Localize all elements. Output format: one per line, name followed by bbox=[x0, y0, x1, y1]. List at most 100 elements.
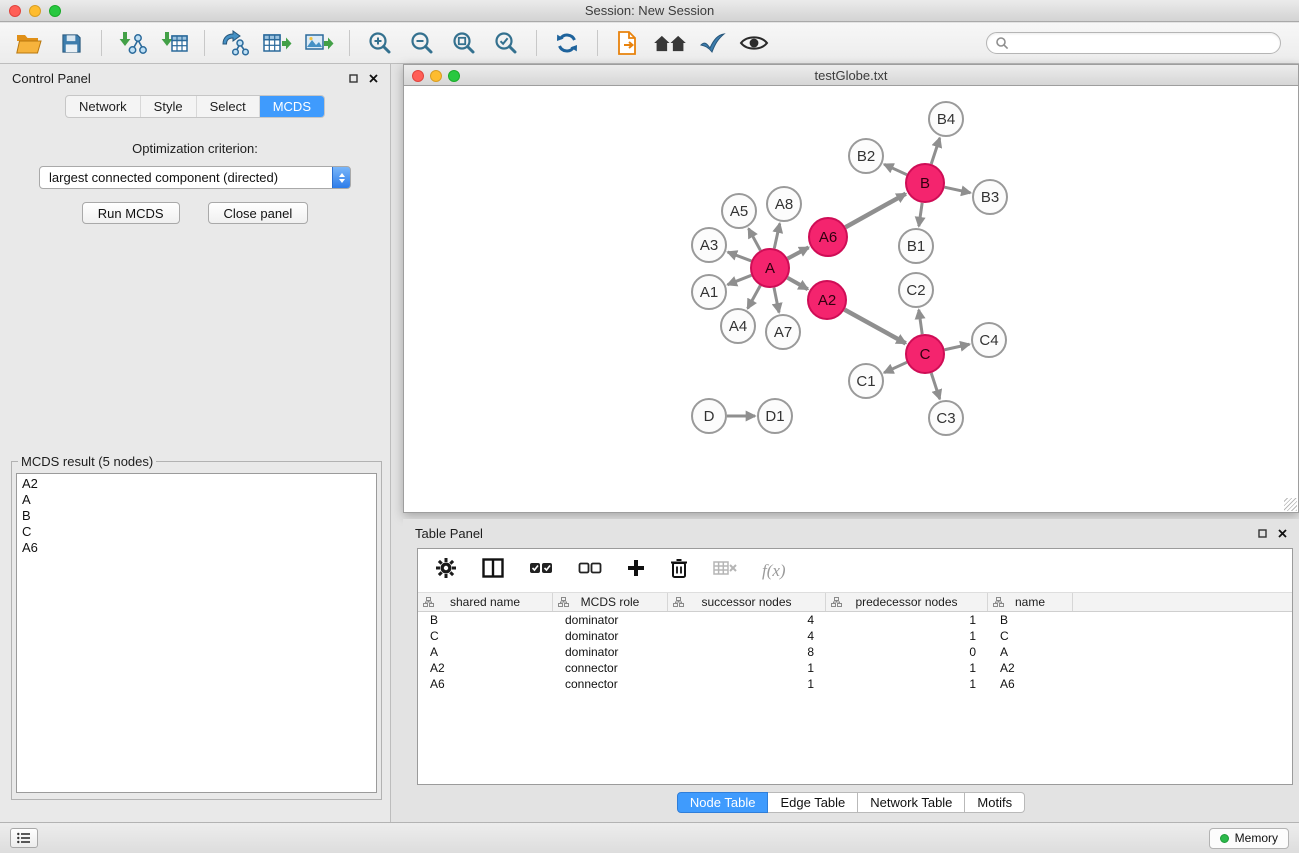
column-header-shared-name[interactable]: shared name bbox=[418, 593, 553, 611]
export-table-button[interactable] bbox=[258, 26, 296, 60]
tab-mcds[interactable]: MCDS bbox=[259, 96, 324, 117]
network-edge[interactable] bbox=[919, 203, 922, 226]
mcds-result-item[interactable]: A bbox=[22, 492, 371, 508]
network-edge[interactable] bbox=[728, 252, 752, 261]
network-edge[interactable] bbox=[774, 224, 779, 249]
home-button[interactable] bbox=[651, 26, 689, 60]
float-panel-icon[interactable] bbox=[1258, 529, 1267, 538]
open-file-button[interactable] bbox=[10, 26, 48, 60]
minimize-window-button[interactable] bbox=[29, 5, 41, 17]
memory-button[interactable]: Memory bbox=[1209, 828, 1289, 849]
zoom-selected-button[interactable] bbox=[487, 26, 525, 60]
network-node-B3[interactable]: B3 bbox=[973, 180, 1007, 214]
mcds-result-item[interactable]: A2 bbox=[22, 476, 371, 492]
apply-layout-button[interactable] bbox=[548, 26, 586, 60]
zoom-in-button[interactable] bbox=[361, 26, 399, 60]
table-row[interactable]: Adominator80A bbox=[418, 644, 1292, 660]
zoom-window-button[interactable] bbox=[49, 5, 61, 17]
mcds-result-item[interactable]: C bbox=[22, 524, 371, 540]
optimization-criterion-select[interactable]: largest connected component (directed) bbox=[39, 166, 351, 189]
tab-network[interactable]: Network bbox=[66, 96, 140, 117]
network-node-B2[interactable]: B2 bbox=[849, 139, 883, 173]
table-settings-button[interactable] bbox=[435, 557, 457, 584]
import-network-button[interactable] bbox=[113, 26, 151, 60]
network-node-A7[interactable]: A7 bbox=[766, 315, 800, 349]
tab-edge-table[interactable]: Edge Table bbox=[768, 792, 858, 813]
network-node-A2[interactable]: A2 bbox=[808, 281, 846, 319]
mcds-result-item[interactable]: A6 bbox=[22, 540, 371, 556]
tab-style[interactable]: Style bbox=[140, 96, 196, 117]
network-edge[interactable] bbox=[931, 373, 940, 399]
network-edge[interactable] bbox=[728, 275, 752, 284]
clear-table-button[interactable] bbox=[713, 560, 737, 581]
function-builder-button[interactable]: f(x) bbox=[762, 561, 786, 581]
network-edge[interactable] bbox=[788, 247, 809, 258]
network-node-A8[interactable]: A8 bbox=[767, 187, 801, 221]
tab-select[interactable]: Select bbox=[196, 96, 259, 117]
float-panel-icon[interactable] bbox=[349, 74, 358, 83]
close-panel-icon[interactable] bbox=[1278, 529, 1287, 538]
add-row-button[interactable] bbox=[627, 559, 645, 582]
network-node-A4[interactable]: A4 bbox=[721, 309, 755, 343]
tab-motifs[interactable]: Motifs bbox=[965, 792, 1025, 813]
tab-node-table[interactable]: Node Table bbox=[677, 792, 769, 813]
network-node-A3[interactable]: A3 bbox=[692, 228, 726, 262]
network-edge[interactable] bbox=[845, 194, 905, 228]
column-header-predecessor-nodes[interactable]: predecessor nodes bbox=[826, 593, 988, 611]
network-node-A5[interactable]: A5 bbox=[722, 194, 756, 228]
search-input[interactable] bbox=[1014, 36, 1272, 51]
network-edge[interactable] bbox=[884, 164, 907, 174]
table-row[interactable]: A2connector11A2 bbox=[418, 660, 1292, 676]
network-edge[interactable] bbox=[945, 344, 970, 349]
close-panel-icon[interactable] bbox=[369, 74, 378, 83]
delete-row-button[interactable] bbox=[670, 558, 688, 583]
network-node-C1[interactable]: C1 bbox=[849, 364, 883, 398]
network-edge[interactable] bbox=[787, 278, 807, 289]
network-canvas[interactable]: B4B2BB3A8A5A6A3B1AC2A1A2A4A7C4CC1DD1C3 bbox=[403, 86, 1299, 513]
mcds-result-item[interactable]: B bbox=[22, 508, 371, 524]
column-header-name[interactable]: name bbox=[988, 593, 1073, 611]
network-node-C4[interactable]: C4 bbox=[972, 323, 1006, 357]
close-window-button[interactable] bbox=[9, 5, 21, 17]
network-node-B1[interactable]: B1 bbox=[899, 229, 933, 263]
network-node-B[interactable]: B bbox=[906, 164, 944, 202]
network-node-C2[interactable]: C2 bbox=[899, 273, 933, 307]
search-box[interactable] bbox=[986, 32, 1281, 54]
column-header-mcds-role[interactable]: MCDS role bbox=[553, 593, 668, 611]
zoom-out-button[interactable] bbox=[403, 26, 441, 60]
table-row[interactable]: Cdominator41C bbox=[418, 628, 1292, 644]
network-edge[interactable] bbox=[945, 187, 971, 193]
resize-grip[interactable] bbox=[1284, 498, 1297, 511]
run-mcds-button[interactable]: Run MCDS bbox=[82, 202, 180, 224]
network-node-D1[interactable]: D1 bbox=[758, 399, 792, 433]
zoom-fit-button[interactable] bbox=[445, 26, 483, 60]
table-row[interactable]: A6connector11A6 bbox=[418, 676, 1292, 692]
close-network-window-button[interactable] bbox=[412, 70, 424, 82]
network-node-B4[interactable]: B4 bbox=[929, 102, 963, 136]
network-node-C[interactable]: C bbox=[906, 335, 944, 373]
save-session-button[interactable] bbox=[52, 26, 90, 60]
column-header-successor-nodes[interactable]: successor nodes bbox=[668, 593, 826, 611]
network-edge[interactable] bbox=[845, 310, 906, 344]
network-node-C3[interactable]: C3 bbox=[929, 401, 963, 435]
network-edge[interactable] bbox=[919, 310, 922, 334]
task-history-button[interactable] bbox=[10, 828, 38, 848]
show-graphics-button[interactable] bbox=[735, 26, 773, 60]
table-row[interactable]: Bdominator41B bbox=[418, 612, 1292, 628]
mcds-result-list[interactable]: A2ABCA6 bbox=[16, 473, 377, 793]
select-all-button[interactable] bbox=[529, 561, 553, 580]
network-node-D[interactable]: D bbox=[692, 399, 726, 433]
network-edge[interactable] bbox=[749, 229, 761, 251]
export-image-button[interactable] bbox=[300, 26, 338, 60]
network-node-A1[interactable]: A1 bbox=[692, 275, 726, 309]
network-edge[interactable] bbox=[748, 286, 761, 309]
network-node-A6[interactable]: A6 bbox=[809, 218, 847, 256]
style-check-button[interactable] bbox=[693, 26, 731, 60]
network-edge[interactable] bbox=[931, 138, 940, 164]
import-table-button[interactable] bbox=[155, 26, 193, 60]
export-network-button[interactable] bbox=[216, 26, 254, 60]
minimize-network-window-button[interactable] bbox=[430, 70, 442, 82]
network-window-titlebar[interactable]: testGlobe.txt bbox=[403, 64, 1299, 86]
show-columns-button[interactable] bbox=[482, 558, 504, 583]
network-edge[interactable] bbox=[774, 288, 779, 313]
